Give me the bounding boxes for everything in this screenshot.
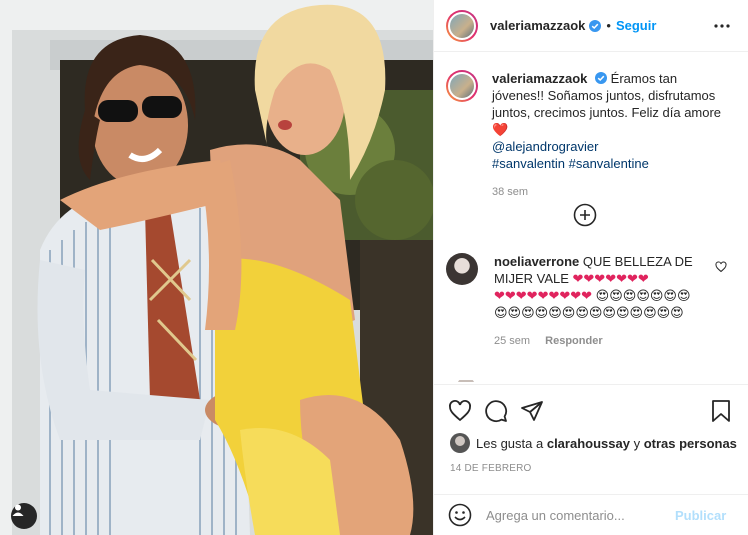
action-icons [434,385,748,437]
comment-hearts-line1: ❤❤❤❤❤❤❤ [572,271,649,286]
heart-outline-icon[interactable] [448,399,472,423]
author-username[interactable]: valeriamazzaok [490,18,585,33]
caption-mention-link[interactable]: @alejandrogravier [492,139,598,154]
comment-meta: 25 sem Responder [494,333,699,350]
comment-bubble-icon[interactable] [484,399,508,423]
post-side-panel: valeriamazzaok • Seguir valeriamazzaok É… [433,0,748,535]
comment-hearts-line2: ❤❤❤❤❤❤❤❤❤ [494,288,593,303]
caption-username[interactable]: valeriamazzaok [492,71,587,86]
post-actions: Les gusta a clarahoussay y otras persona… [434,384,748,504]
comment-input[interactable] [486,507,666,523]
comment-item: noeliaverrone QUE BELLEZA DE MIJER VALE … [446,253,737,350]
publish-button[interactable]: Publicar [675,508,726,523]
author-avatar[interactable] [446,9,478,42]
comment-body: noeliaverrone QUE BELLEZA DE MIJER VALE … [494,253,699,350]
next-comment-peek [457,380,475,382]
comment-time[interactable]: 25 sem [494,335,530,347]
plus-circle-icon[interactable] [573,203,597,227]
reply-button[interactable]: Responder [545,335,602,347]
photo-illustration [0,0,433,535]
caption-avatar[interactable] [446,70,478,102]
caption-heart-emoji: ❤️ [492,122,509,137]
post-header: valeriamazzaok • Seguir [434,0,748,52]
post-photo[interactable] [0,0,433,535]
likes-user-link[interactable]: clarahoussay [547,436,630,451]
bookmark-icon[interactable] [709,399,733,423]
commenter-avatar[interactable] [446,253,478,285]
post-date[interactable]: 14 de febrero [434,463,748,474]
likes-others-link[interactable]: otras personas [644,436,737,451]
caption-time[interactable]: 38 sem [492,184,730,201]
add-comment-bar: Publicar [434,494,748,535]
verified-badge-icon [595,72,608,84]
comments-section: valeriamazzaok Éramos tan jóvenes!! Soña… [434,53,748,382]
more-options-icon[interactable] [712,16,732,36]
follow-button[interactable]: Seguir [616,18,656,33]
post-caption: valeriamazzaok Éramos tan jóvenes!! Soña… [434,53,748,201]
likes-connector: y [633,435,641,451]
separator-dot: • [606,18,611,33]
verified-badge-icon [589,19,602,32]
smiley-icon[interactable] [448,503,472,527]
user-tag-icon[interactable] [11,503,37,529]
comment-username[interactable]: noeliaverrone [494,254,579,269]
instagram-post: valeriamazzaok • Seguir valeriamazzaok É… [0,0,748,535]
caption-hashtags-link[interactable]: #sanvalentin #sanvalentine [492,156,649,171]
comment-heart-outline-icon[interactable] [715,261,727,273]
likes-prefix: Les gusta a [476,435,544,451]
paper-plane-icon[interactable] [520,399,544,423]
caption-body: valeriamazzaok Éramos tan jóvenes!! Soña… [492,70,730,201]
